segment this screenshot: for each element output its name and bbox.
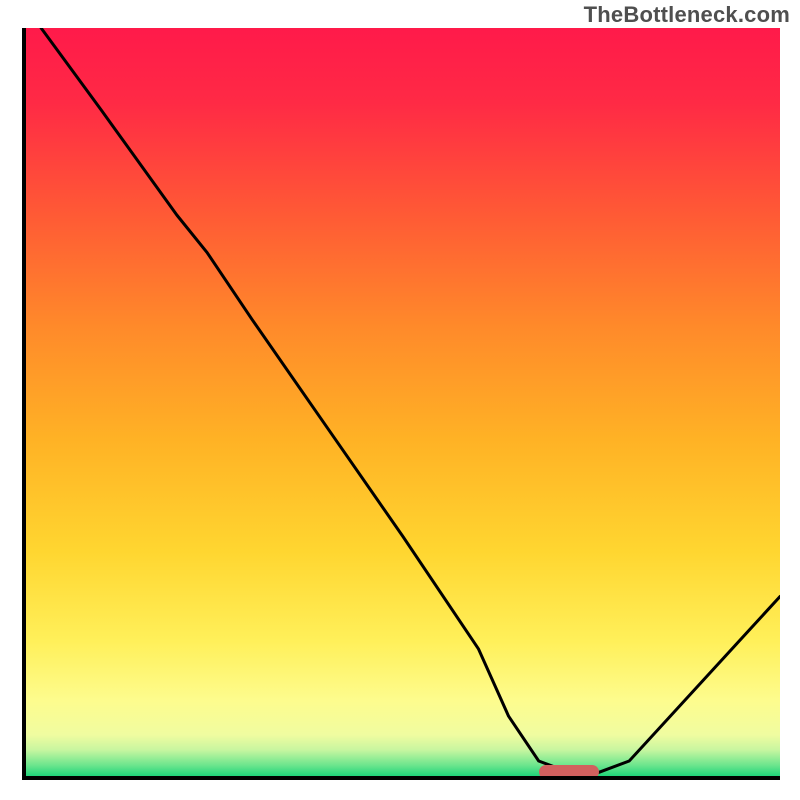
watermark-text: TheBottleneck.com	[584, 2, 790, 28]
chart-container: TheBottleneck.com	[0, 0, 800, 800]
target-marker	[539, 765, 599, 779]
line-curve	[26, 28, 780, 776]
plot-area	[22, 28, 780, 780]
